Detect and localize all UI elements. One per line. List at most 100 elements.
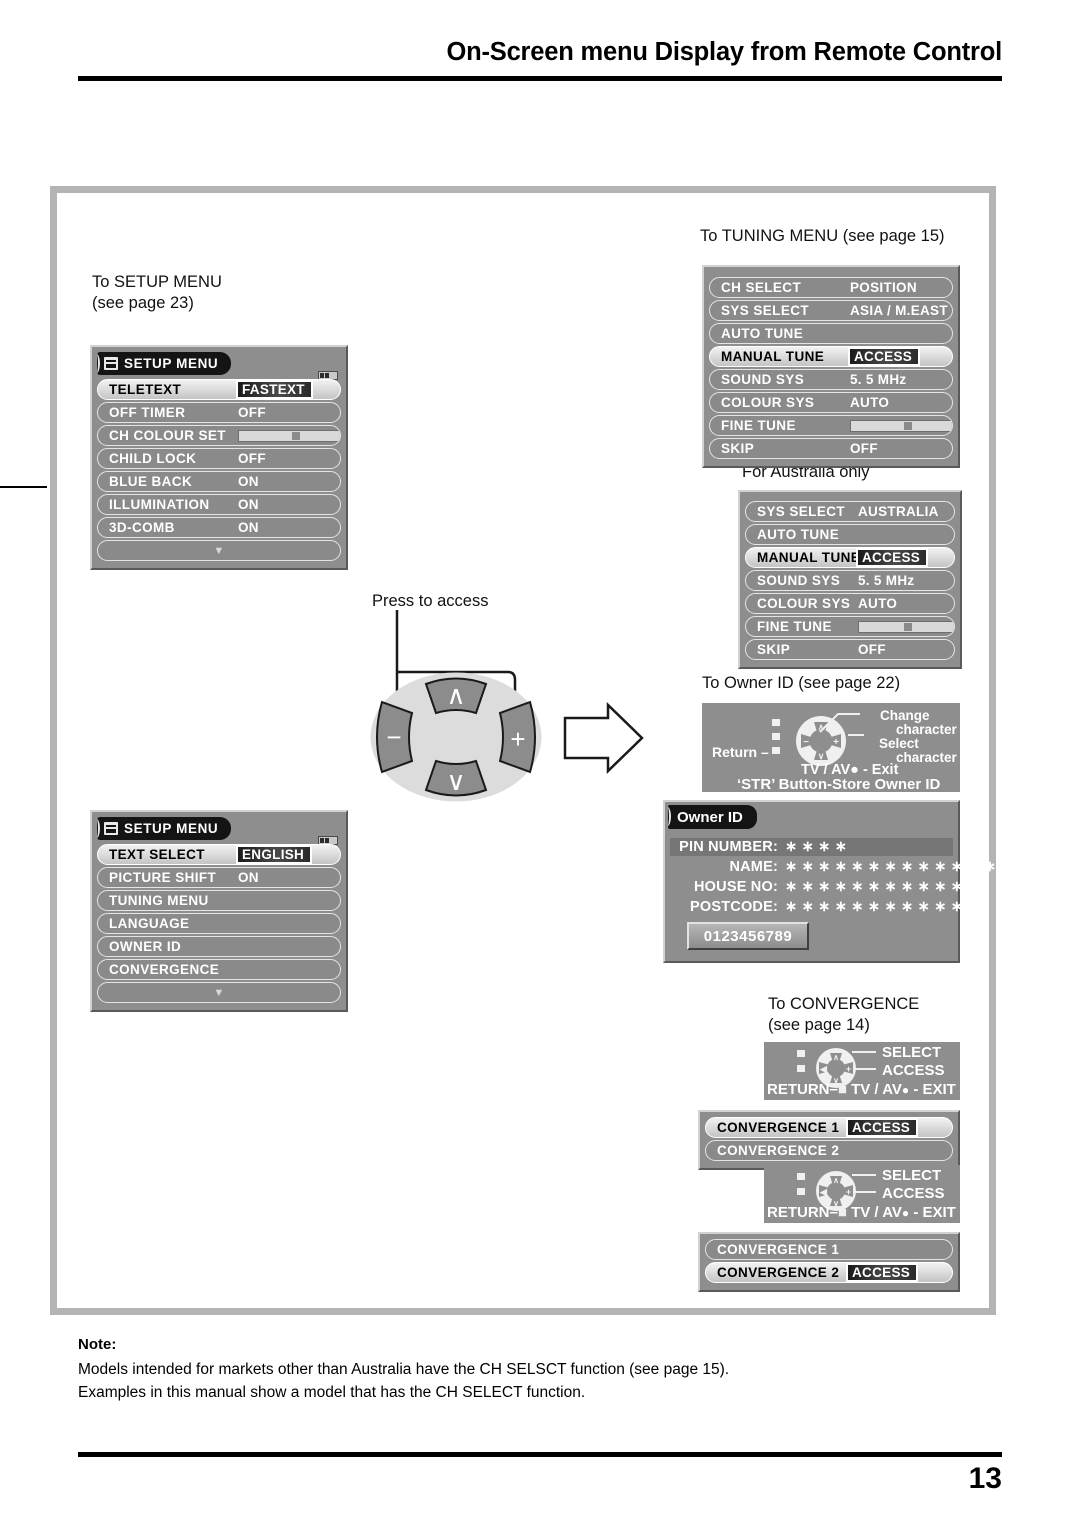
menu-row[interactable]: SOUND SYS 5. 5 MHz: [745, 570, 955, 591]
menu-row[interactable]: CH COLOUR SET: [97, 425, 341, 446]
menu-row[interactable]: AUTO TUNE: [745, 524, 955, 545]
menu-row[interactable]: MANUAL TUNE ACCESS: [709, 346, 953, 367]
owner-id-value-3: ∗ ∗ ∗ ∗ ∗ ∗ ∗ ∗ ∗ ∗ ∗: [785, 899, 964, 915]
slider-knob[interactable]: [903, 421, 912, 430]
menu-row-slider[interactable]: [850, 419, 952, 432]
menu-row-label: OWNER ID: [109, 939, 182, 954]
menu-row-slider[interactable]: [238, 429, 340, 442]
menu-row-label: MANUAL TUNE: [721, 349, 825, 364]
slider-knob[interactable]: [291, 431, 300, 440]
menu-row[interactable]: CONVERGENCE: [97, 959, 341, 980]
page-title: On-Screen menu Display from Remote Contr…: [446, 38, 1002, 66]
convergence-hint-access-2: ACCESS: [882, 1185, 945, 1202]
menu-row-label: SYS SELECT: [721, 303, 810, 318]
menu-row[interactable]: PICTURE SHIFT ON: [97, 867, 341, 888]
menu-row[interactable]: CONVERGENCE 2 ACCESS: [705, 1262, 953, 1283]
svg-text:+: +: [846, 1064, 851, 1074]
owner-id-value-2: ∗ ∗ ∗ ∗ ∗ ∗ ∗ ∗ ∗ ∗ ∗: [785, 879, 964, 895]
setup-menu-titlebar-1: SETUP MENU: [97, 352, 341, 380]
menu-row-label: TUNING MENU: [109, 893, 209, 908]
menu-row[interactable]: COLOUR SYS AUTO: [709, 392, 953, 413]
menu-row[interactable]: AUTO TUNE: [709, 323, 953, 344]
menu-row-value: ACCESS: [846, 1263, 919, 1282]
menu-row-value: ON: [238, 870, 259, 885]
menu-row-label: TELETEXT: [109, 382, 182, 397]
menu-row-label: CONVERGENCE 2: [717, 1265, 840, 1280]
slider-knob[interactable]: [904, 622, 912, 631]
menu-row[interactable]: TELETEXT FASTEXT: [97, 379, 341, 400]
setup-menu-tab-2[interactable]: SETUP MENU: [97, 817, 232, 840]
owner-id-return-dots-icon: [772, 719, 780, 754]
menu-row-value: OFF: [238, 405, 266, 420]
owner-id-panel[interactable]: Owner ID PIN NUMBER: ∗ ∗ ∗ ∗ NAME: ∗ ∗ ∗…: [663, 800, 996, 963]
menu-row-slider[interactable]: [858, 620, 954, 633]
menu-row[interactable]: FINE TUNE: [745, 616, 955, 637]
menu-row-label: CONVERGENCE 1: [717, 1242, 840, 1257]
menu-row[interactable]: TEXT SELECT ENGLISH: [97, 844, 341, 865]
menu-row[interactable]: 3D-COMB ON: [97, 517, 341, 538]
convergence-panel-2[interactable]: CONVERGENCE 1 CONVERGENCE 2 ACCESS: [698, 1232, 960, 1292]
menu-row-value: 5. 5 MHz: [858, 573, 915, 588]
menu-row[interactable]: FINE TUNE: [709, 415, 953, 436]
owner-id-hint-select: Select: [879, 736, 919, 751]
menu-row[interactable]: BLUE BACK ON: [97, 471, 341, 492]
list-icon: [104, 822, 118, 835]
menu-row-label: SKIP: [721, 441, 755, 456]
menu-row[interactable]: OFF TIMER OFF: [97, 402, 341, 423]
menu-row-label: AUTO TUNE: [757, 527, 840, 542]
menu-row[interactable]: CONVERGENCE 1 ACCESS: [705, 1117, 953, 1138]
convergence-dots-icon-1: [797, 1050, 805, 1072]
menu-row[interactable]: ILLUMINATION ON: [97, 494, 341, 515]
menu-row[interactable]: LANGUAGE: [97, 913, 341, 934]
menu-row[interactable]: SOUND SYS 5. 5 MHz: [709, 369, 953, 390]
menu-row[interactable]: SYS SELECT ASIA / M.EAST: [709, 300, 953, 321]
menu-row-value: POSITION: [850, 280, 917, 295]
menu-row[interactable]: MANUAL TUNE ACCESS: [745, 547, 955, 568]
menu-row-label: SOUND SYS: [721, 372, 805, 387]
owner-id-title: Owner ID: [677, 808, 743, 826]
menu-row-value: ON: [238, 474, 259, 489]
convergence-panel-1[interactable]: CONVERGENCE 1 ACCESS CONVERGENCE 2: [698, 1110, 960, 1170]
menu-row-label: FINE TUNE: [721, 418, 796, 433]
svg-text:∧: ∧: [446, 680, 465, 710]
tuning-menu-panel[interactable]: CH SELECT POSITION SYS SELECT ASIA / M.EAST…: [702, 265, 960, 468]
convergence-hint-bottom-2: RETURN–■ TV / AV● - EXIT: [767, 1204, 956, 1221]
menu-row[interactable]: CONVERGENCE 1: [705, 1239, 953, 1260]
menu-row[interactable]: SYS SELECT AUSTRALIA: [745, 501, 955, 522]
menu-row-value: OFF: [858, 642, 886, 657]
menu-row-label: LANGUAGE: [109, 916, 190, 931]
convergence-dots-icon-2: [797, 1173, 805, 1195]
owner-id-hint-select2: character: [896, 750, 957, 765]
menu-row[interactable]: TUNING MENU: [97, 890, 341, 911]
menu-scroll-down-arrow[interactable]: ▼: [97, 540, 341, 561]
svg-text:◀: ◀: [819, 1064, 828, 1074]
menu-row-label: ILLUMINATION: [109, 497, 210, 512]
menu-scroll-down-arrow[interactable]: ▼: [97, 982, 341, 1003]
menu-row[interactable]: CH SELECT POSITION: [709, 277, 953, 298]
setup-menu-tab-1[interactable]: SETUP MENU: [97, 352, 232, 375]
menu-row[interactable]: SKIP OFF: [709, 438, 953, 459]
svg-text:◀: ◀: [819, 1187, 828, 1197]
menu-row[interactable]: COLOUR SYS AUTO: [745, 593, 955, 614]
setup-menu-panel-1[interactable]: SETUP MENU TELETEXT FASTEXT OFF TIMER OFF CH…: [90, 345, 348, 570]
menu-row[interactable]: OWNER ID: [97, 936, 341, 957]
owner-id-label-0: PIN NUMBER:: [679, 839, 778, 855]
header-rule: [78, 76, 1002, 81]
owner-id-tab[interactable]: Owner ID: [668, 805, 757, 829]
menu-row-label: CONVERGENCE: [109, 962, 220, 977]
menu-row[interactable]: SKIP OFF: [745, 639, 955, 660]
left-edge-tick: [0, 486, 47, 488]
menu-row-label: ▼: [213, 544, 225, 557]
menu-row[interactable]: CHILD LOCK OFF: [97, 448, 341, 469]
menu-row[interactable]: CONVERGENCE 2: [705, 1140, 953, 1161]
setup-menu-panel-2[interactable]: SETUP MENU TEXT SELECT ENGLISH PICTURE SHI…: [90, 810, 348, 1012]
note-label: Note:: [78, 1336, 117, 1353]
caption-owner-id: To Owner ID (see page 22): [702, 674, 901, 692]
menu-row-value: OFF: [238, 451, 266, 466]
australia-menu-panel[interactable]: SYS SELECT AUSTRALIA AUTO TUNE MANUAL TUNE A…: [738, 490, 962, 669]
caption-press-to-access: Press to access: [372, 592, 489, 610]
owner-id-digit-strip[interactable]: 0123456789: [687, 922, 809, 950]
remote-keypad-diagram[interactable]: ∧ ∨ − +: [360, 610, 660, 830]
tuning-menu-rows: CH SELECT POSITION SYS SELECT ASIA / M.EAST…: [709, 277, 953, 459]
menu-row-value: ON: [238, 520, 259, 535]
